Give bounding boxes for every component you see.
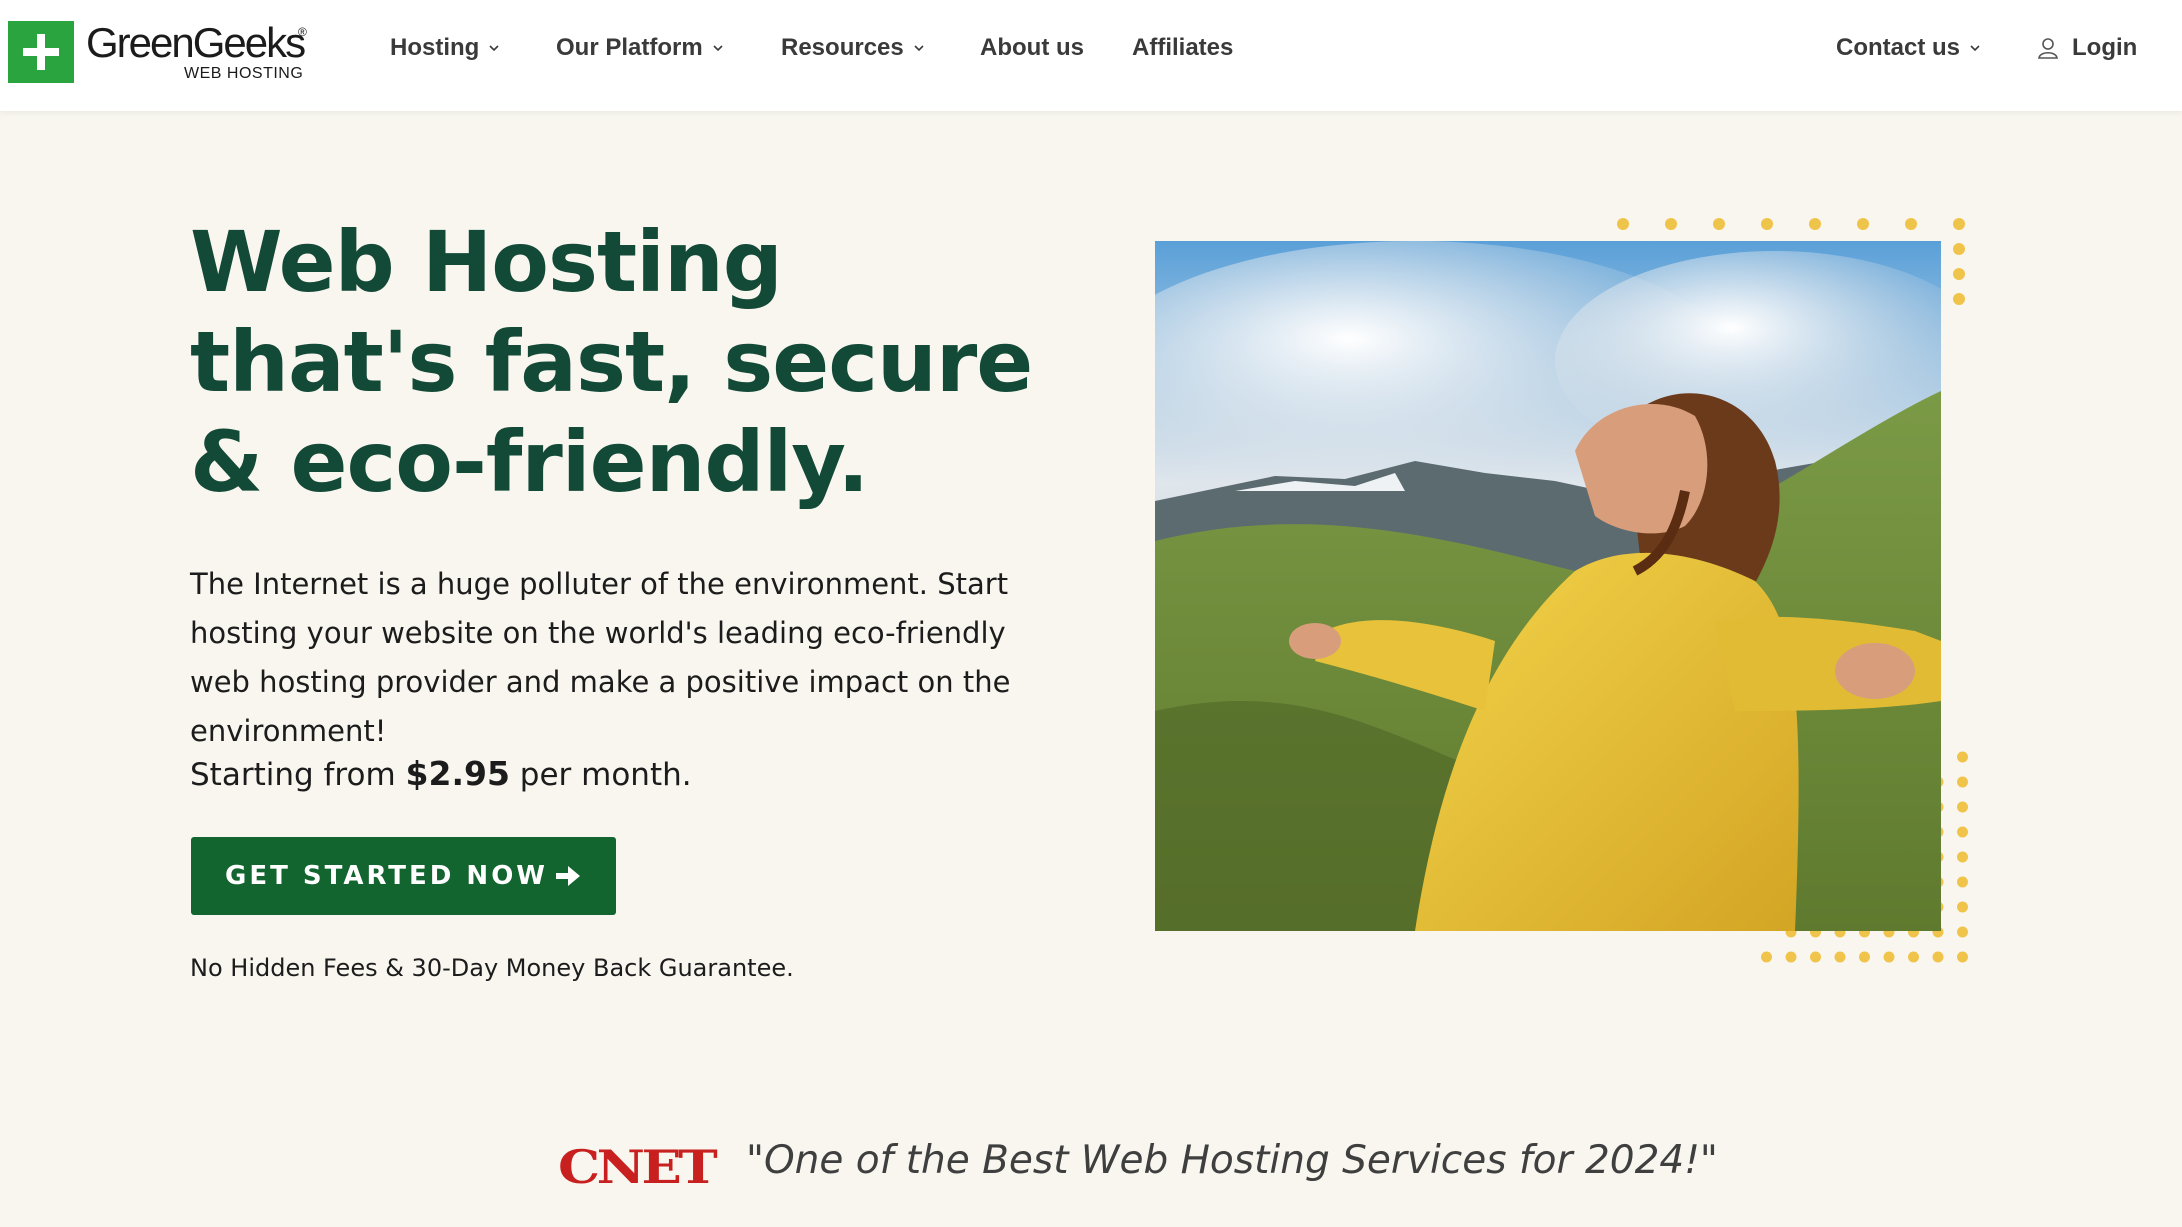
nav-our-platform[interactable]: Our Platform xyxy=(556,34,725,62)
chevron-down-icon xyxy=(711,41,725,55)
accent-dot xyxy=(1834,951,1846,963)
nav-label: Hosting xyxy=(390,34,480,61)
accent-dot xyxy=(1761,951,1772,963)
accent-dot xyxy=(1932,951,1944,963)
accent-dot xyxy=(1617,218,1629,230)
accent-dot xyxy=(1957,851,1968,863)
accent-dot xyxy=(1857,218,1869,230)
accent-dot xyxy=(1957,901,1968,913)
accent-dot xyxy=(1957,826,1968,838)
accent-dot xyxy=(1859,951,1870,963)
nav-about-us[interactable]: About us xyxy=(980,34,1084,62)
registered-mark: ® xyxy=(298,25,307,39)
accent-dot xyxy=(1957,751,1968,763)
nav-contact-us[interactable]: Contact us xyxy=(1836,34,1982,62)
accent-dot xyxy=(1713,218,1725,230)
login-link[interactable]: Login xyxy=(2036,34,2137,62)
get-started-button[interactable]: GET STARTED NOW xyxy=(191,837,616,915)
accent-dot xyxy=(1905,218,1917,230)
logo-plus-icon xyxy=(8,21,74,83)
nav-label: Affiliates xyxy=(1132,34,1234,61)
chevron-down-icon xyxy=(487,41,501,55)
accent-dot xyxy=(1908,951,1919,963)
arrow-right-icon xyxy=(554,863,582,889)
accent-dot xyxy=(1665,218,1677,230)
accent-dot xyxy=(1809,218,1821,230)
accent-dot xyxy=(1953,243,1965,255)
accent-dot xyxy=(1761,218,1773,230)
greengeeks-logo[interactable]: GreenGeeks ® WEB HOSTING xyxy=(8,19,308,83)
site-header: GreenGeeks ® WEB HOSTING Hosting Our Pla… xyxy=(0,0,2182,111)
accent-dot xyxy=(1957,876,1968,888)
accent-dot xyxy=(1953,293,1965,305)
accent-dot xyxy=(1957,926,1968,938)
logo-wordmark: GreenGeeks xyxy=(86,19,306,66)
chevron-down-icon xyxy=(912,41,926,55)
logo-subtitle: WEB HOSTING xyxy=(184,65,304,82)
accent-dot xyxy=(1810,951,1821,963)
cnet-logo: CNET xyxy=(558,1140,718,1194)
price-prefix: Starting from xyxy=(190,757,396,793)
accent-dot xyxy=(1957,776,1968,788)
hero-title: Web Hosting that's fast, secure & eco-fr… xyxy=(190,213,1033,511)
chevron-down-icon xyxy=(1968,41,1982,55)
starting-price: Starting from $2.95 per month. xyxy=(190,754,692,793)
price-suffix: per month. xyxy=(519,757,692,793)
nav-label: Our Platform xyxy=(556,34,703,61)
press-quote: "One of the Best Web Hosting Services fo… xyxy=(746,1138,1718,1183)
user-icon xyxy=(2036,36,2060,60)
price-value: $2.95 xyxy=(405,754,510,793)
nav-resources[interactable]: Resources xyxy=(781,34,926,62)
accent-dot xyxy=(1785,951,1797,963)
nav-hosting[interactable]: Hosting xyxy=(390,34,501,62)
nav-label: Contact us xyxy=(1836,34,1961,61)
nav-affiliates[interactable]: Affiliates xyxy=(1132,34,1233,62)
accent-dot xyxy=(1953,268,1965,280)
hero-photo-woman-in-mountains xyxy=(1155,241,1941,931)
nav-label: Resources xyxy=(781,34,904,61)
cta-label: GET STARTED NOW xyxy=(225,861,548,891)
accent-dot xyxy=(1957,951,1968,963)
guarantee-text: No Hidden Fees & 30-Day Money Back Guara… xyxy=(190,954,794,982)
accent-dot xyxy=(1957,801,1968,813)
nav-label: About us xyxy=(980,34,1084,61)
hero-description: The Internet is a huge polluter of the e… xyxy=(190,567,1011,748)
accent-dot xyxy=(1883,951,1895,963)
login-label: Login xyxy=(2072,34,2138,61)
accent-dot xyxy=(1953,218,1965,230)
